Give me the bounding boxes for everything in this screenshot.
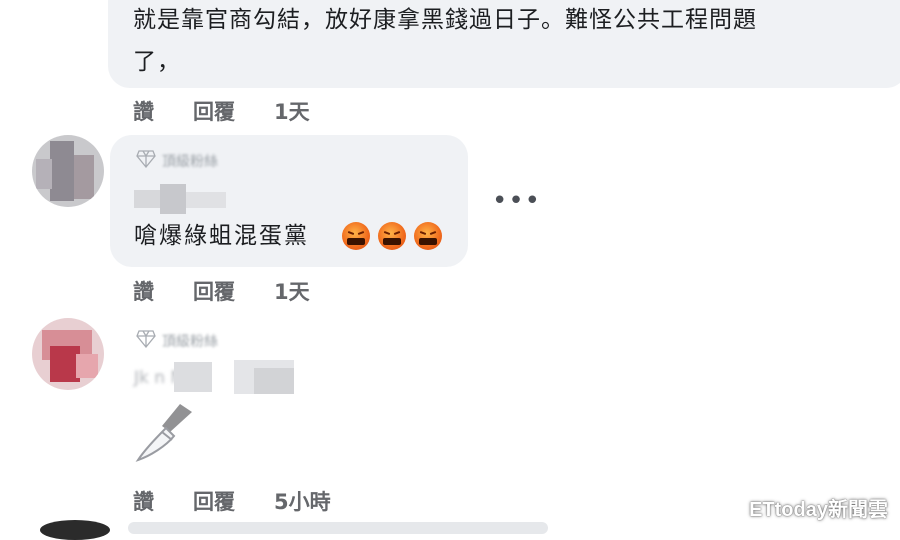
knife-icon [135, 404, 192, 462]
like-button[interactable]: 讚 [133, 486, 154, 516]
diamond-icon [136, 150, 156, 168]
angry-face-icon [378, 222, 406, 250]
reply-button[interactable]: 回覆 [193, 486, 235, 516]
more-options-button[interactable]: ••• [492, 186, 541, 216]
timestamp[interactable]: 1天 [274, 96, 310, 126]
next-bubble-edge [128, 522, 548, 534]
angry-face-icon [342, 222, 370, 250]
top-fan-badge: 頂級粉絲 [162, 154, 218, 170]
top-fan-badge: 頂級粉絲 [162, 334, 218, 350]
commenter-name-blurred[interactable]: Jk n M [134, 360, 304, 396]
like-button[interactable]: 讚 [133, 96, 154, 126]
reply-button[interactable]: 回覆 [193, 276, 235, 306]
reply-button[interactable]: 回覆 [193, 96, 235, 126]
comment-text-line-1: 就是靠官商勾結，放好康拿黑錢過日子。難怪公共工程問題 [133, 7, 757, 33]
commenter-name-blurred[interactable] [134, 184, 254, 214]
comment-text: 嗆爆綠蛆混蛋黨 [134, 223, 309, 249]
angry-face-icon [414, 222, 442, 250]
watermark-logo: ETtoday新聞雲 [749, 499, 888, 521]
timestamp[interactable]: 1天 [274, 276, 310, 306]
comment-text-line-2: 了， [133, 49, 181, 75]
diamond-icon [136, 330, 156, 348]
avatar[interactable] [32, 135, 104, 207]
next-comment-edge [40, 520, 110, 540]
timestamp[interactable]: 5小時 [274, 486, 331, 516]
like-button[interactable]: 讚 [133, 276, 154, 306]
avatar[interactable] [32, 318, 104, 390]
